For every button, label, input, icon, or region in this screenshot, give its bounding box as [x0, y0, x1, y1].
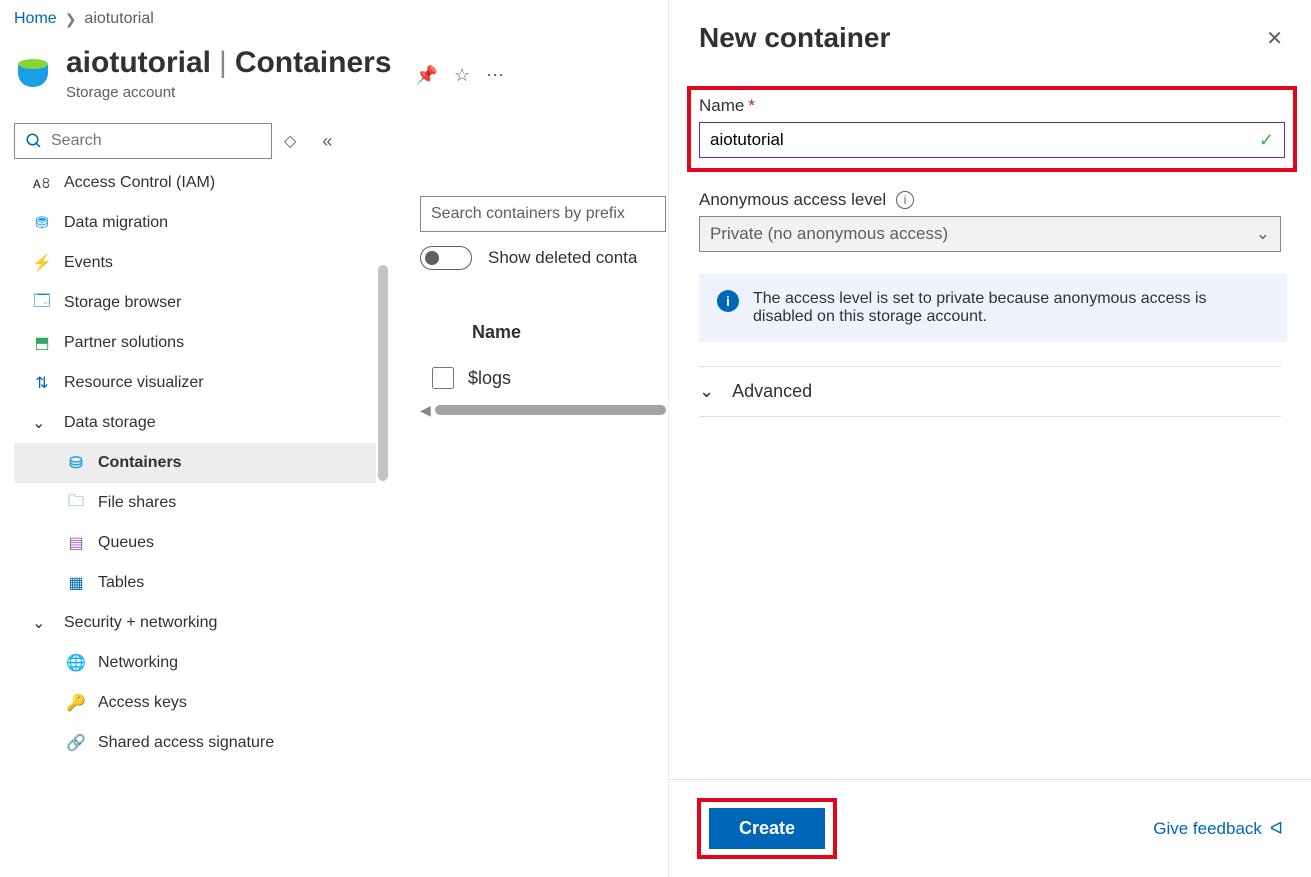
sidebar-item-queues[interactable]: ▤ Queues — [14, 523, 376, 563]
more-icon[interactable]: ⋯ — [486, 65, 504, 86]
sidebar-item-data-migration[interactable]: ⛃ Data migration — [14, 203, 376, 243]
sidebar-item-tables[interactable]: ▦ Tables — [14, 563, 376, 603]
new-container-panel: New container ✕ Name* ✓ Anonymous access… — [668, 0, 1311, 877]
sidebar-item-containers[interactable]: ⛁ Containers — [14, 443, 376, 483]
sidebar-item-events[interactable]: ⚡ Events — [14, 243, 376, 283]
info-banner: i The access level is set to private bec… — [699, 274, 1287, 342]
name-label: Name* — [699, 96, 1285, 116]
container-search-input[interactable]: Search containers by prefix — [420, 196, 666, 232]
queue-icon: ▤ — [66, 533, 86, 553]
chevron-down-icon: ⌄ — [1256, 224, 1270, 244]
search-icon — [25, 132, 43, 150]
sidebar-section-data-storage[interactable]: ⌄ Data storage — [14, 403, 376, 443]
chevron-down-icon: ⌄ — [699, 381, 714, 402]
close-icon[interactable]: ✕ — [1266, 26, 1283, 51]
key-icon: 🔑 — [66, 693, 86, 713]
visualizer-icon: ⇅ — [32, 373, 52, 393]
show-deleted-toggle[interactable] — [420, 246, 472, 270]
column-header-name[interactable]: Name — [420, 314, 666, 361]
chevron-down-icon: ⌄ — [32, 413, 48, 433]
show-deleted-label: Show deleted conta — [488, 248, 637, 268]
name-input-wrap[interactable]: ✓ — [699, 122, 1285, 158]
access-level-label: Anonymous access level i — [699, 190, 1281, 210]
storage-account-icon — [14, 55, 52, 93]
chevron-right-icon: ❯ — [65, 11, 77, 28]
sidebar-item-file-shares[interactable]: 🗀 File shares — [14, 483, 376, 523]
globe-icon: 🌐 — [66, 653, 86, 673]
name-field-highlight: Name* ✓ — [687, 86, 1297, 172]
info-icon: i — [717, 290, 739, 312]
sidebar-search[interactable] — [14, 123, 272, 159]
info-text: The access level is set to private becau… — [753, 290, 1269, 326]
table-row[interactable]: $logs — [420, 361, 666, 395]
sidebar-item-access-keys[interactable]: 🔑 Access keys — [14, 683, 376, 723]
browser-icon: 🗔 — [32, 293, 52, 313]
create-button[interactable]: Create — [709, 808, 825, 849]
container-icon: ⛁ — [66, 453, 86, 473]
page-subtitle: Storage account — [66, 84, 392, 101]
give-feedback-link[interactable]: Give feedback ᐊ — [1153, 819, 1283, 839]
sort-icon[interactable]: ◇ — [284, 131, 296, 151]
sidebar-item-storage-browser[interactable]: 🗔 Storage browser — [14, 283, 376, 323]
partner-icon: ⬒ — [32, 333, 52, 353]
sidebar-item-sas[interactable]: 🔗 Shared access signature — [14, 723, 376, 763]
breadcrumb-current[interactable]: aiotutorial — [84, 10, 153, 28]
advanced-section-toggle[interactable]: ⌄ Advanced — [699, 366, 1281, 417]
collapse-sidebar-icon[interactable]: « — [322, 131, 332, 152]
create-button-highlight: Create — [697, 798, 837, 859]
sidebar-item-iam[interactable]: ᴀ৪ Access Control (IAM) — [14, 163, 376, 203]
sidebar-item-networking[interactable]: 🌐 Networking — [14, 643, 376, 683]
chevron-down-icon: ⌄ — [32, 613, 48, 633]
horizontal-scrollbar[interactable]: ◀ — [420, 403, 666, 417]
feedback-icon: ᐊ — [1270, 819, 1283, 839]
table-icon: ▦ — [66, 573, 86, 593]
panel-title: New container — [699, 22, 890, 54]
pin-icon[interactable]: 📌 — [416, 65, 438, 86]
favorite-icon[interactable]: ☆ — [454, 65, 470, 86]
row-checkbox[interactable] — [432, 367, 454, 389]
page-title: aiotutorial|Containers — [66, 46, 392, 80]
breadcrumb: Home ❯ aiotutorial — [14, 10, 668, 28]
migration-icon: ⛃ — [32, 213, 52, 233]
sidebar-section-security[interactable]: ⌄ Security + networking — [14, 603, 376, 643]
check-icon: ✓ — [1259, 130, 1274, 151]
lightning-icon: ⚡ — [32, 253, 52, 273]
container-name: $logs — [468, 368, 511, 389]
breadcrumb-home[interactable]: Home — [14, 10, 57, 28]
info-icon[interactable]: i — [896, 191, 914, 209]
link-icon: 🔗 — [66, 733, 86, 753]
sidebar-item-partner-solutions[interactable]: ⬒ Partner solutions — [14, 323, 376, 363]
fileshare-icon: 🗀 — [66, 493, 86, 513]
sidebar-item-resource-visualizer[interactable]: ⇅ Resource visualizer — [14, 363, 376, 403]
name-input[interactable] — [710, 130, 1259, 150]
scroll-left-icon[interactable]: ◀ — [420, 402, 431, 419]
access-level-select[interactable]: Private (no anonymous access) ⌄ — [699, 216, 1281, 252]
sidebar-search-input[interactable] — [51, 132, 261, 150]
sidebar-scrollbar[interactable] — [376, 163, 390, 763]
person-icon: ᴀ৪ — [32, 173, 52, 193]
